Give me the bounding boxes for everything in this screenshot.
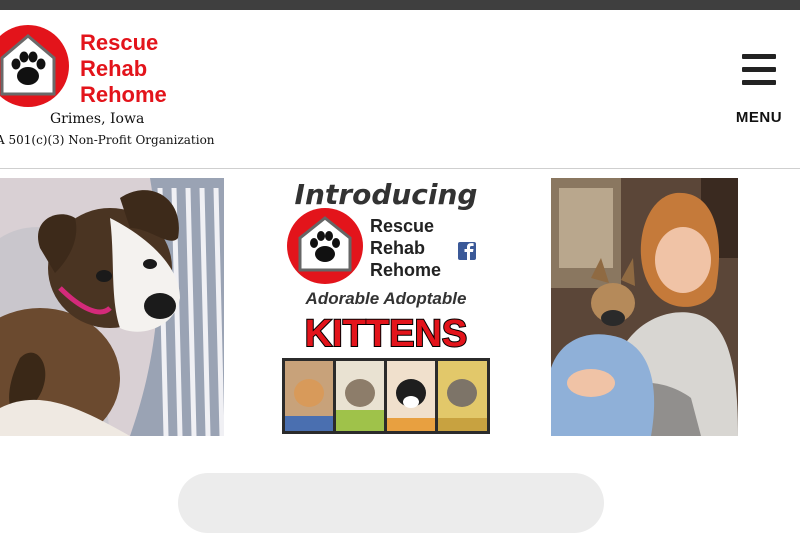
promo-headline: KITTENS xyxy=(305,313,468,355)
brand-line-rehab: Rehab xyxy=(80,56,148,81)
kitten-photo-3 xyxy=(387,361,435,431)
puppy-image xyxy=(0,178,224,436)
kitten-photo-2 xyxy=(336,361,384,431)
brand-line-rescue: Rescue xyxy=(80,30,159,55)
kitten-photo-4 xyxy=(438,361,487,431)
kittens-promo-image: Introducing Rescue Rehab Rehome Adorable… xyxy=(280,178,492,436)
site-header: Rescue Rehab Rehome Grimes, Iowa A 501(c… xyxy=(0,10,800,169)
puppy-photo[interactable] xyxy=(0,178,224,436)
volunteer-with-dog-photo[interactable] xyxy=(551,178,738,436)
promo-brand-rescue: Rescue xyxy=(370,216,434,236)
paw-house-icon xyxy=(0,25,69,107)
brand-name: Rescue Rehab Rehome xyxy=(80,30,167,108)
top-bar xyxy=(0,0,800,10)
menu-button[interactable]: MENU xyxy=(728,54,790,128)
volunteer-image xyxy=(551,178,738,436)
brand-line-rehome: Rehome xyxy=(80,82,167,107)
hamburger-menu-icon xyxy=(742,54,776,90)
content-panel xyxy=(178,473,604,533)
promo-brand-rehome: Rehome xyxy=(370,260,441,280)
organization-text: A 501(c)(3) Non-Profit Organization xyxy=(0,133,215,147)
facebook-icon xyxy=(458,242,476,260)
promo-brand-rehab: Rehab xyxy=(370,238,425,258)
site-logo[interactable]: Rescue Rehab Rehome Grimes, Iowa A 501(c… xyxy=(0,10,215,160)
menu-label: MENU xyxy=(735,109,783,126)
location-text: Grimes, Iowa xyxy=(50,111,145,127)
paw-house-icon xyxy=(287,208,363,284)
promo-title: Introducing xyxy=(295,178,478,211)
kittens-promo-graphic[interactable]: Introducing Rescue Rehab Rehome Adorable… xyxy=(280,178,492,436)
kitten-photo-1 xyxy=(285,361,333,431)
promo-subtitle: Adorable Adoptable xyxy=(305,289,467,308)
